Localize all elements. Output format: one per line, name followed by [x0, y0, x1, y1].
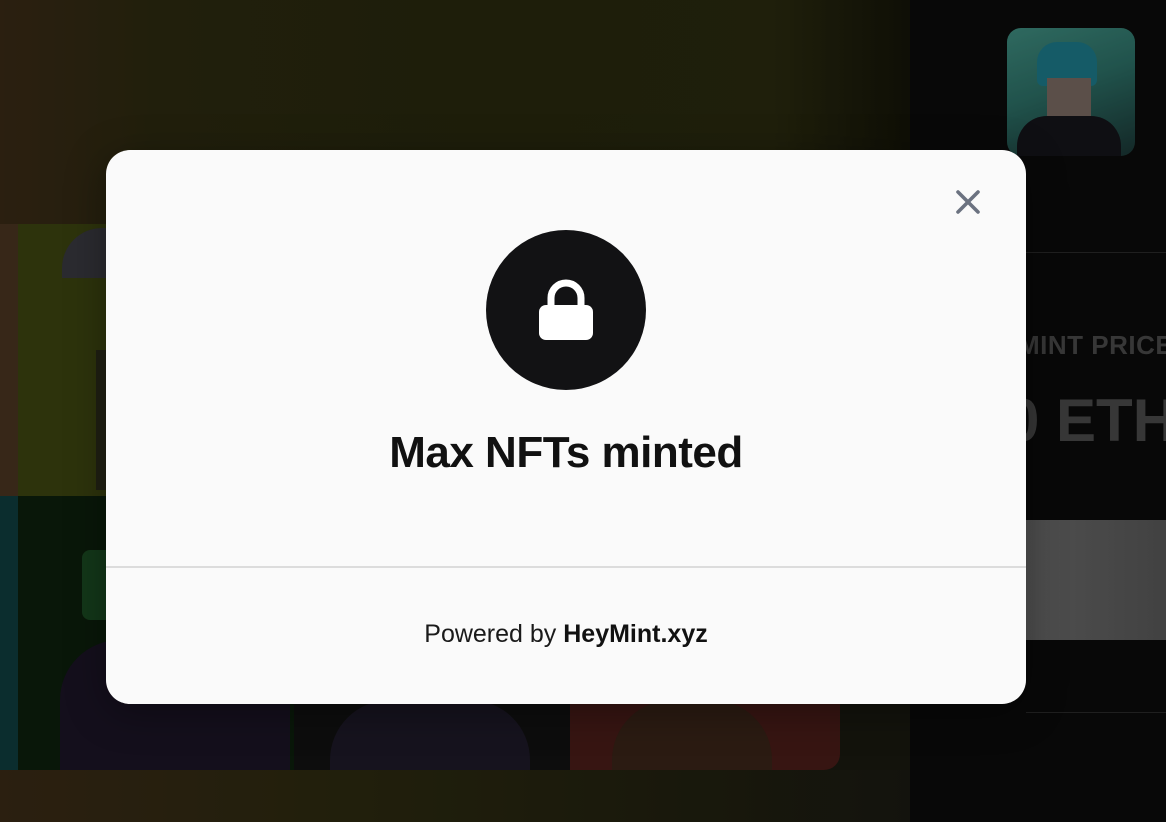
lock-badge [486, 230, 646, 390]
heymint-link[interactable]: HeyMint.xyz [563, 620, 707, 648]
close-button[interactable] [950, 184, 986, 220]
powered-by-footer: Powered by HeyMint.xyz [106, 620, 1026, 649]
modal-title: Max NFTs minted [389, 428, 743, 477]
powered-by-prefix: Powered by [424, 620, 564, 648]
lock-icon [539, 279, 593, 340]
max-minted-modal: Max NFTs minted Powered by HeyMint.xyz [106, 150, 1026, 704]
close-icon [956, 190, 980, 214]
modal-divider [106, 566, 1026, 568]
